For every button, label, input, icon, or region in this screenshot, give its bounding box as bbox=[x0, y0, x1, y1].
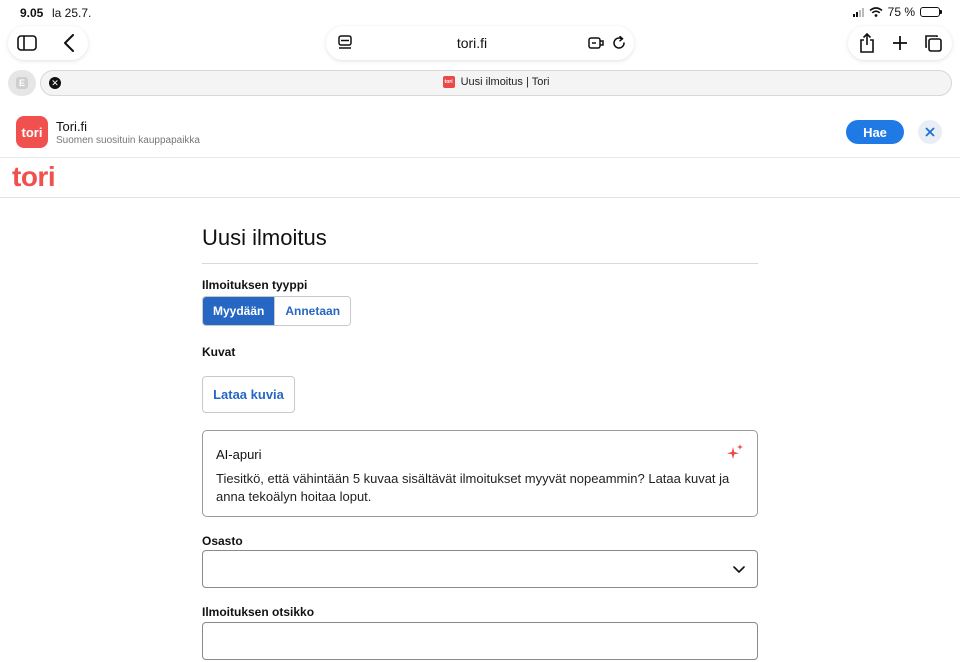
chevron-left-icon bbox=[64, 34, 74, 52]
status-date: la 25.7. bbox=[52, 6, 92, 20]
ad-type-toggle: Myydään Annetaan bbox=[202, 296, 352, 326]
chevron-down-icon bbox=[733, 566, 745, 573]
banner-close-button[interactable] bbox=[918, 120, 942, 144]
tab-group-button[interactable]: E bbox=[8, 70, 36, 96]
address-actions bbox=[588, 36, 626, 50]
type-option-sell[interactable]: Myydään bbox=[203, 297, 275, 325]
reload-icon[interactable] bbox=[612, 36, 626, 50]
app-name: Tori.fi bbox=[56, 119, 88, 134]
sidebar-icon bbox=[17, 35, 37, 51]
app-subtitle: Suomen suosituin kauppapaikka bbox=[56, 135, 200, 146]
nav-pill bbox=[8, 26, 88, 60]
tab-title-wrap: tori Uusi ilmoitus | Tori bbox=[41, 76, 951, 88]
sidebar-button[interactable] bbox=[10, 26, 44, 60]
page-title: Uusi ilmoitus bbox=[202, 225, 327, 250]
app-icon: tori bbox=[16, 116, 48, 148]
ad-type-label: Ilmoituksen tyyppi bbox=[202, 278, 308, 292]
page-menu-icon bbox=[338, 35, 352, 49]
tab-bar: E ✕ tori Uusi ilmoitus | Tori bbox=[0, 70, 960, 96]
ai-helper-text: Tiesitkö, että vähintään 5 kuvaa sisältä… bbox=[216, 471, 730, 504]
battery-percent: 75 % bbox=[887, 5, 915, 19]
plus-icon bbox=[892, 36, 907, 50]
favicon-icon: tori bbox=[442, 76, 455, 88]
site-header: tori bbox=[0, 159, 960, 198]
type-option-give[interactable]: Annetaan bbox=[274, 297, 351, 325]
browser-toolbar: tori.fi bbox=[0, 26, 960, 64]
actions-pill bbox=[848, 26, 952, 60]
share-button[interactable] bbox=[850, 26, 883, 60]
wifi-icon bbox=[869, 7, 883, 17]
screen: 9.05 la 25.7. 75 % tori.fi E ✕ tori Uusi… bbox=[0, 0, 960, 662]
url-text: tori.fi bbox=[456, 35, 488, 51]
address-bar[interactable]: tori.fi bbox=[326, 26, 634, 60]
active-tab[interactable]: ✕ tori Uusi ilmoitus | Tori bbox=[40, 70, 952, 96]
extension-icon[interactable] bbox=[588, 36, 604, 50]
cellular-signal-icon bbox=[852, 7, 864, 17]
ai-helper-box: AI-apuri Tiesitkö, että vähintään 5 kuva… bbox=[202, 430, 758, 517]
page-menu-button[interactable] bbox=[334, 26, 356, 60]
sparkle-icon bbox=[727, 444, 743, 459]
tabs-icon bbox=[925, 35, 943, 52]
ai-helper-title: AI-apuri bbox=[216, 447, 262, 462]
department-select[interactable] bbox=[202, 550, 758, 588]
tab-title: Uusi ilmoitus | Tori bbox=[460, 76, 550, 88]
battery-icon bbox=[920, 7, 942, 17]
tab-group-icon: E bbox=[16, 77, 28, 89]
ad-title-input[interactable] bbox=[202, 622, 758, 660]
new-tab-button[interactable] bbox=[883, 26, 916, 60]
status-time: 9.05 bbox=[20, 6, 44, 20]
share-icon bbox=[859, 33, 874, 53]
upload-images-button[interactable]: Lataa kuvia bbox=[202, 376, 295, 413]
back-button[interactable] bbox=[52, 26, 86, 60]
get-app-button[interactable]: Hae bbox=[846, 120, 904, 144]
images-label: Kuvat bbox=[202, 345, 236, 359]
tab-overview-button[interactable] bbox=[917, 26, 950, 60]
close-icon bbox=[925, 127, 935, 137]
status-bar: 9.05 la 25.7. 75 % bbox=[0, 0, 960, 26]
department-label: Osasto bbox=[202, 534, 243, 548]
smart-app-banner: tori Tori.fi Suomen suosituin kauppapaik… bbox=[0, 106, 960, 158]
status-right: 75 % bbox=[852, 5, 942, 19]
ad-title-label: Ilmoituksen otsikko bbox=[202, 605, 315, 619]
title-divider bbox=[202, 263, 758, 264]
tori-logo[interactable]: tori bbox=[12, 161, 56, 193]
